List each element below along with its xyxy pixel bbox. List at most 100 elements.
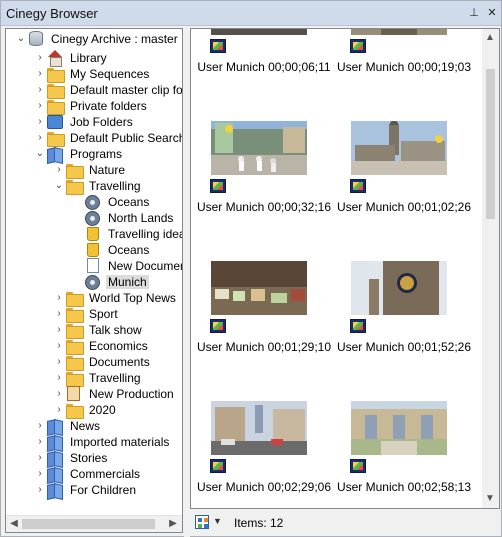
folder-icon xyxy=(47,98,65,115)
tree-item-label: Programs xyxy=(70,147,123,161)
expand-arrow-icon[interactable]: › xyxy=(35,436,45,448)
expand-arrow-icon[interactable]: › xyxy=(35,132,45,144)
collapse-arrow-icon[interactable]: ⌄ xyxy=(35,148,45,160)
scroll-down-arrow-icon[interactable]: ▼ xyxy=(484,493,496,505)
clip-scroll-thumb[interactable] xyxy=(486,69,495,219)
clip-thumbnail[interactable] xyxy=(351,261,447,315)
expand-arrow-icon[interactable]: › xyxy=(35,468,45,480)
book-icon xyxy=(47,466,63,482)
expand-arrow-icon[interactable]: › xyxy=(54,292,64,304)
clip-thumbnail[interactable] xyxy=(211,261,307,315)
film-clip-icon xyxy=(350,319,366,333)
tree-item-label: Private folders xyxy=(70,99,147,113)
clip-tile[interactable]: User Munich 00;01;29;10 xyxy=(194,261,334,401)
tree-item-label: Oceans xyxy=(108,243,150,257)
clip-name: User Munich 00;00;32;16 xyxy=(196,200,332,214)
clip-tile[interactable]: User Munich 00;00;06;11 xyxy=(194,29,334,121)
clip-vertical-scrollbar[interactable]: ▲ ▼ xyxy=(482,29,499,508)
view-mode-icon[interactable] xyxy=(195,515,209,529)
tree-horizontal-scrollbar[interactable]: ◀ ▶ xyxy=(6,515,182,532)
folder-icon xyxy=(66,178,84,195)
clip-tile[interactable]: User Munich 00;01;02;26 xyxy=(334,121,474,261)
clip-thumbnail[interactable] xyxy=(211,401,307,455)
expand-arrow-icon[interactable]: › xyxy=(35,116,45,128)
clip-thumbnail[interactable] xyxy=(351,29,447,35)
tree-scroll-thumb[interactable] xyxy=(22,519,155,529)
tree-item-label: North Lands xyxy=(108,211,174,225)
folder-icon xyxy=(66,338,84,355)
clip-name: User Munich 00;01;02;26 xyxy=(336,200,472,214)
tree-item-label: Default master clip folder xyxy=(70,83,182,97)
folder-tree[interactable]: ⌄ Cinegy Archive : master › Library › My Sequ… xyxy=(5,28,183,533)
clip-thumbnail[interactable] xyxy=(211,29,307,35)
expand-arrow-icon[interactable]: › xyxy=(54,164,64,176)
scroll-right-arrow-icon[interactable]: ▶ xyxy=(167,518,179,530)
job-folder-icon xyxy=(47,114,63,130)
expand-arrow-icon[interactable]: › xyxy=(35,100,45,112)
tree-list: ⌄ Cinegy Archive : master › Library › My Sequ… xyxy=(6,29,182,515)
collapse-arrow-icon[interactable]: ⌄ xyxy=(16,33,26,45)
tree-item-label: For Children xyxy=(70,483,137,497)
database-icon xyxy=(28,31,44,47)
expand-arrow-icon[interactable]: › xyxy=(35,420,45,432)
tree-item-label: Sport xyxy=(89,307,118,321)
tree-item-label: 2020 xyxy=(89,403,116,417)
clip-name: User Munich 00;02;58;13 xyxy=(336,480,472,494)
clip-name: User Munich 00;00;06;11 xyxy=(197,60,331,74)
expand-arrow-icon[interactable]: › xyxy=(35,68,45,80)
clip-tile[interactable]: User Munich 00;02;58;13 xyxy=(334,401,474,508)
expand-arrow-icon[interactable]: › xyxy=(35,452,45,464)
pin-icon[interactable]: ⊥ xyxy=(467,6,481,20)
window-title: Cinegy Browser xyxy=(6,6,98,21)
tree-item-label: Munich xyxy=(106,275,149,289)
scroll-left-arrow-icon[interactable]: ◀ xyxy=(8,518,20,530)
film-clip-icon xyxy=(210,319,226,333)
book-icon xyxy=(47,482,63,498)
clip-thumbnail[interactable] xyxy=(211,121,307,175)
folder-icon xyxy=(66,354,84,371)
cinegy-browser-window: Cinegy Browser ⊥ ✕ ⌄ Cinegy Archive : mas… xyxy=(0,0,502,537)
expand-arrow-icon[interactable]: › xyxy=(35,484,45,496)
tree-item-label: Job Folders xyxy=(70,115,133,129)
book-icon xyxy=(47,434,63,450)
folder-icon xyxy=(66,370,84,387)
expand-arrow-icon[interactable]: › xyxy=(54,388,64,400)
tree-item-label: Economics xyxy=(89,339,148,353)
clip-tile[interactable]: User Munich 00;00;32;16 xyxy=(194,121,334,261)
close-icon[interactable]: ✕ xyxy=(485,6,499,20)
expand-arrow-icon[interactable]: › xyxy=(54,308,64,320)
clip-name: User Munich 00;02;29;06 xyxy=(196,480,332,494)
tree-item-label: Travelling xyxy=(89,371,141,385)
book-icon xyxy=(47,450,63,466)
expand-arrow-icon[interactable]: › xyxy=(35,84,45,96)
bin-icon xyxy=(85,242,101,258)
clip-tile[interactable]: User Munich 00;00;19;03 xyxy=(334,29,474,121)
clip-thumbnail[interactable] xyxy=(351,401,447,455)
tree-item-label: Nature xyxy=(89,163,126,177)
clip-tile[interactable]: User Munich 00;01;52;26 xyxy=(334,261,474,401)
clip-grid: User Munich 00;00;06;11 User Munich 00;00… xyxy=(190,28,500,509)
collapse-arrow-icon[interactable]: ⌄ xyxy=(54,180,64,192)
document-icon xyxy=(85,258,101,274)
scroll-up-arrow-icon[interactable]: ▲ xyxy=(484,32,496,44)
expand-arrow-icon[interactable]: › xyxy=(54,372,64,384)
clip-thumbnail[interactable] xyxy=(351,121,447,175)
tree-item-label: Documents xyxy=(89,355,150,369)
folder-icon xyxy=(47,82,65,99)
view-mode-dropdown-icon[interactable]: ▼ xyxy=(213,516,222,526)
tree-item-label: Commercials xyxy=(70,467,141,481)
clip-tile[interactable]: User Munich 00;02;29;06 xyxy=(194,401,334,508)
tree-item-label: New Documen xyxy=(108,259,182,273)
expand-arrow-icon[interactable]: › xyxy=(35,52,45,64)
expand-arrow-icon[interactable]: › xyxy=(54,340,64,352)
expand-arrow-icon[interactable]: › xyxy=(54,356,64,368)
clip-name: User Munich 00;01;29;10 xyxy=(196,340,332,354)
folder-icon xyxy=(66,162,84,179)
tree-item-label: World Top News xyxy=(89,291,176,305)
expand-arrow-icon[interactable]: › xyxy=(54,404,64,416)
expand-arrow-icon[interactable]: › xyxy=(54,324,64,336)
